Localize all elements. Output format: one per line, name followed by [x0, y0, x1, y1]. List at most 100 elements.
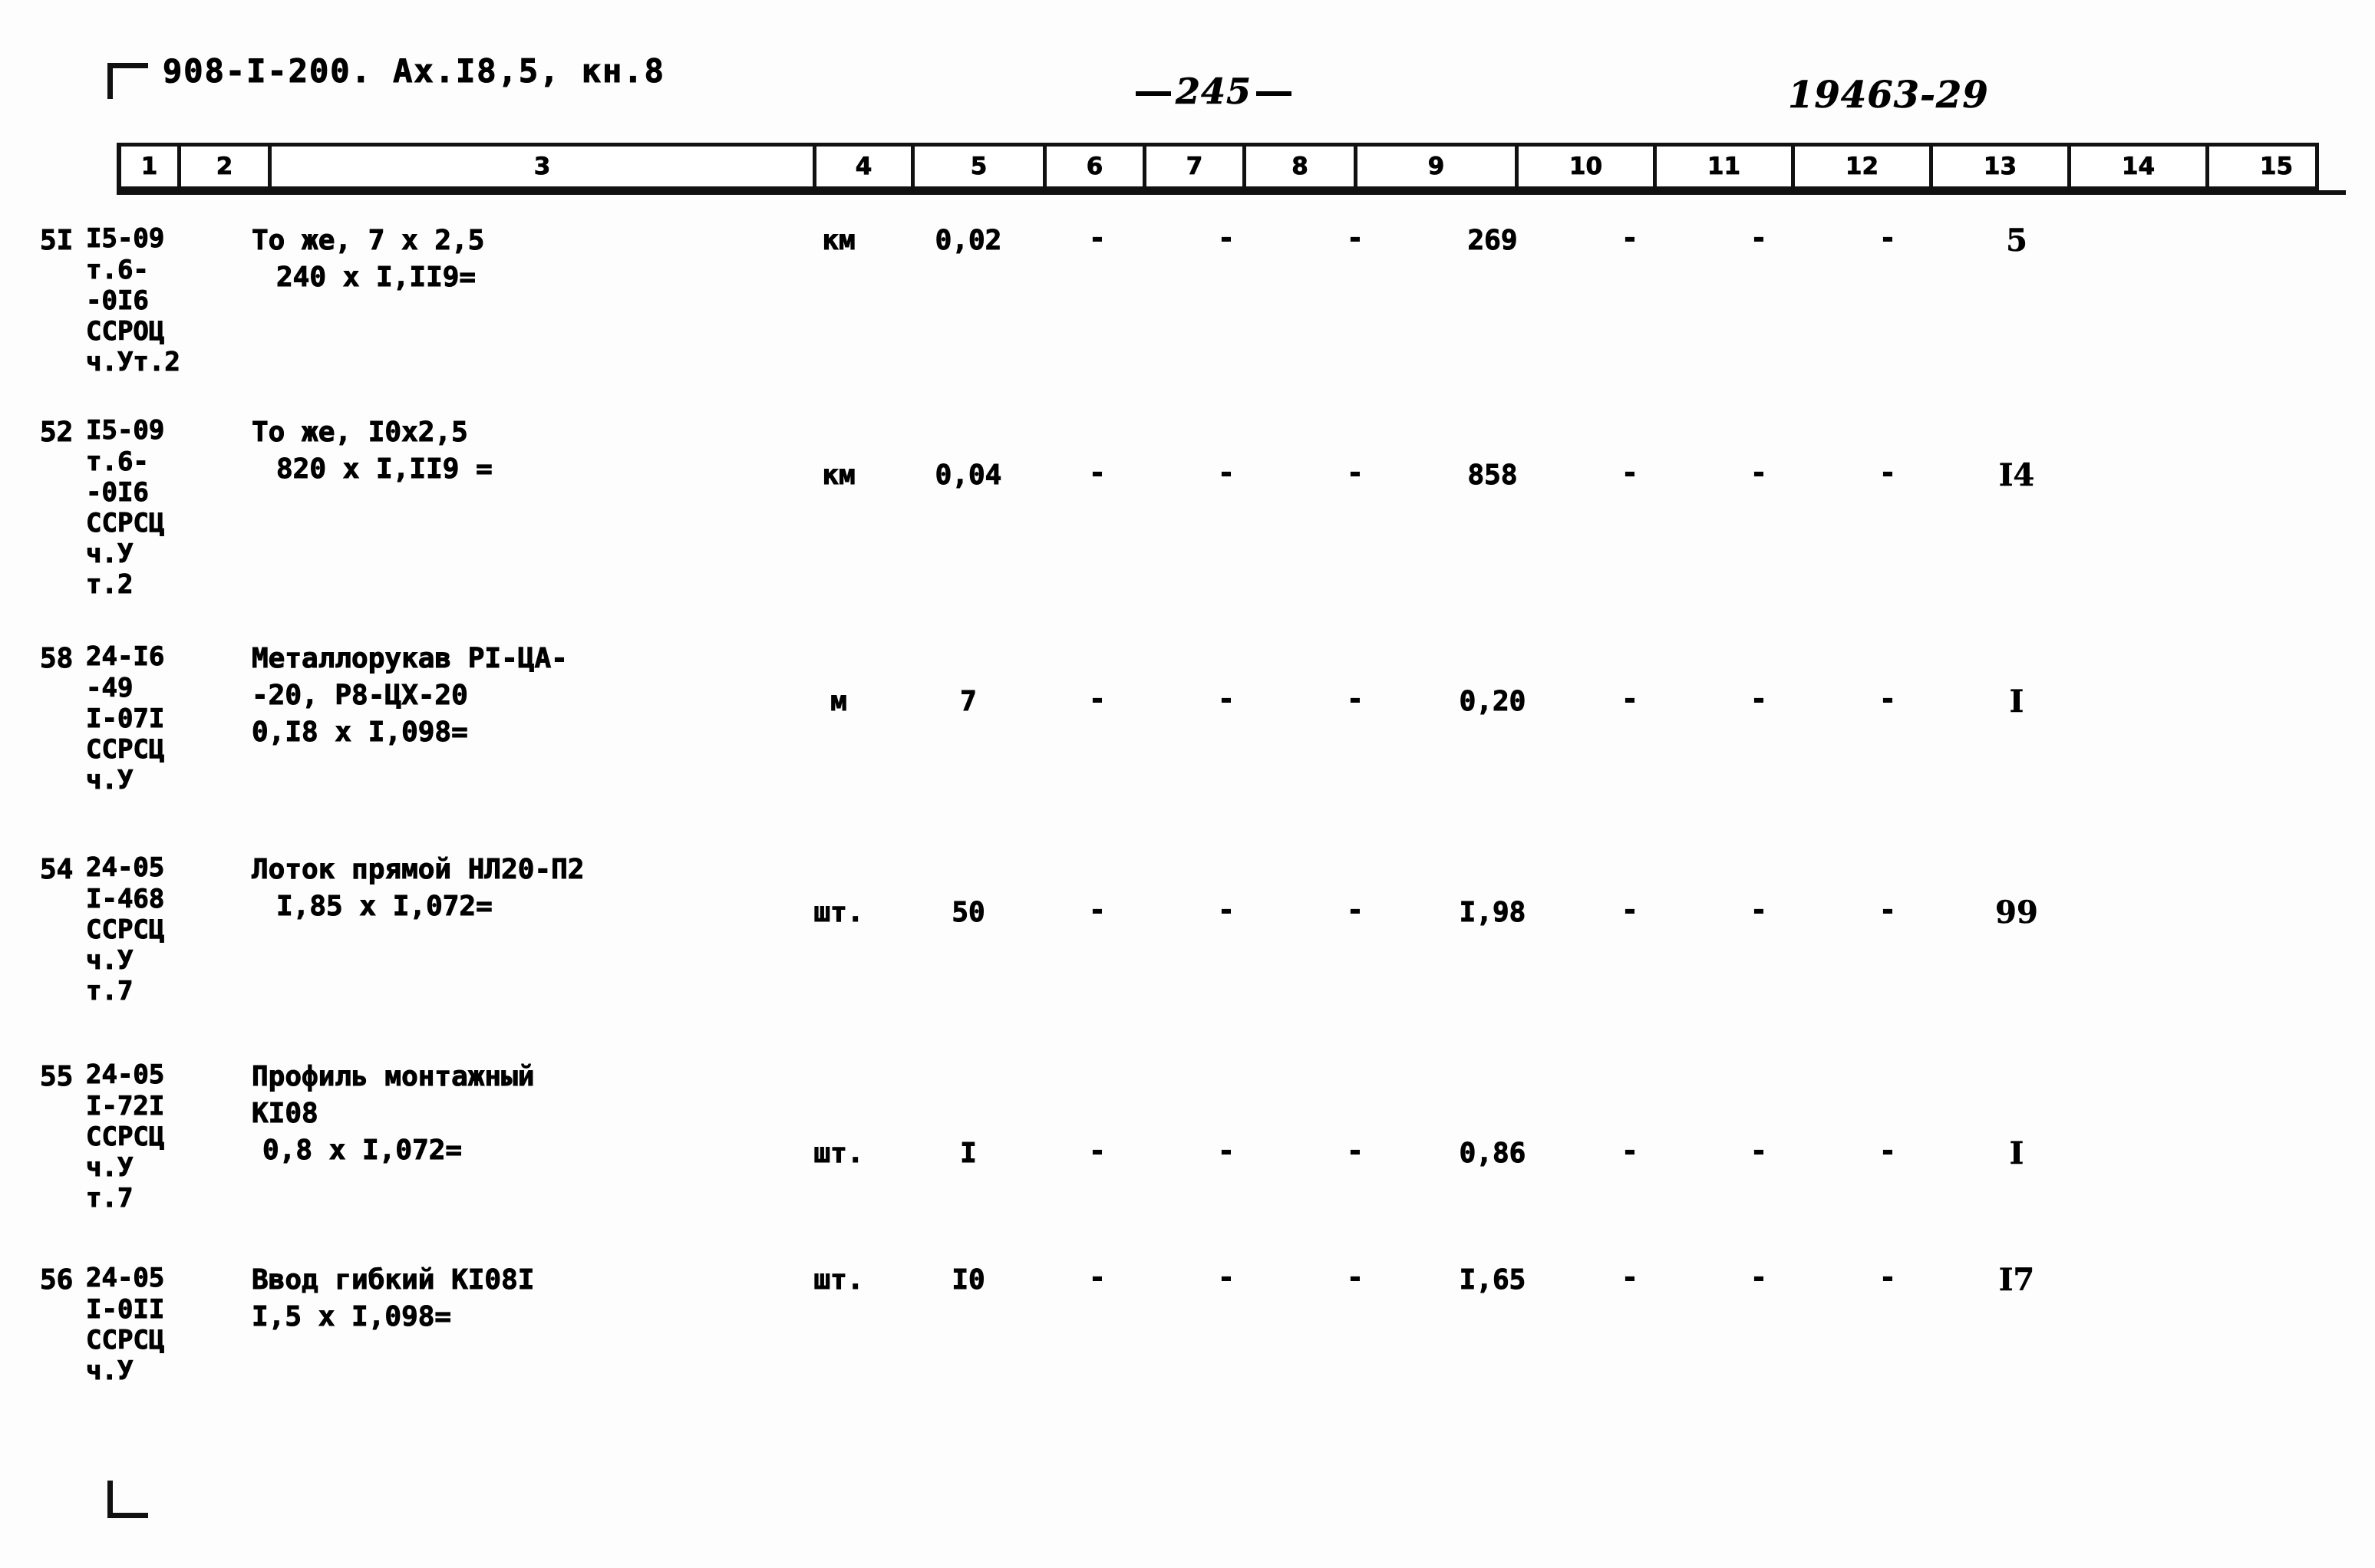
value-cell-11: -	[1750, 894, 1768, 927]
code-line: ССРСЦ	[86, 1325, 165, 1356]
value-cell-7: -	[1218, 1262, 1235, 1294]
row-number: 54	[40, 854, 74, 886]
code-line: ч.Ут.2	[86, 347, 181, 378]
value-cell-14	[2081, 457, 2210, 494]
description-line: То же, 7 х 2,5	[252, 225, 485, 257]
row-number: 55	[40, 1061, 74, 1093]
code-line: I-72I	[86, 1091, 165, 1122]
value-cell-15	[2210, 684, 2339, 720]
value-cell-13: I	[2009, 684, 2024, 720]
value-cell-5: 50	[952, 897, 985, 929]
value-cell-8: -	[1347, 1262, 1364, 1294]
row-description: Ввод гибкий КI08I I,5 х I,098=	[236, 1262, 774, 1336]
value-cell-9: 269	[1467, 225, 1518, 257]
value-cell-14	[2081, 894, 2210, 931]
corner-bracket-top-left-icon	[107, 63, 148, 99]
code-line: ССРСЦ	[86, 734, 165, 766]
value-cell-13: I4	[1998, 457, 2035, 494]
value-cell-11: -	[1750, 1135, 1768, 1168]
code-line: ч.У	[86, 539, 134, 570]
column-header-9: 9	[1357, 147, 1519, 186]
value-cell-5: 0,04	[935, 460, 1002, 492]
value-cell-12: -	[1879, 222, 1897, 255]
value-cell-14	[2081, 1262, 2210, 1299]
value-cell-8: -	[1347, 1135, 1364, 1168]
page-number-dash-left	[1136, 91, 1171, 96]
column-header-11: 11	[1657, 147, 1795, 186]
row-code-block: 24-05 I-468 ССРСЦ ч.У т.7	[86, 852, 236, 1007]
table-row: 52 I5-09 т.6- -0I6 ССРСЦ ч.У т.2 То же, I0х2,5 8…	[0, 414, 2375, 601]
table-row: 5I I5-09 т.6- -0I6 ССРОЦ ч.Ут.2 То же, 7 х 2,5…	[0, 222, 2375, 378]
description-line: 0,8 х I,072=	[262, 1135, 463, 1167]
column-header-2: 2	[181, 147, 272, 186]
value-cell-6: -	[1089, 894, 1107, 927]
value-cell-6: -	[1089, 684, 1107, 716]
row-code-block: 24-I6 -49 I-07I ССРСЦ ч.У	[86, 641, 236, 796]
description-line: Металлорукав РI-ЦА-	[252, 643, 569, 675]
page-number: 245	[1136, 71, 1292, 112]
column-header-5: 5	[915, 147, 1047, 186]
value-cell-12: -	[1879, 457, 1897, 489]
row-description: То же, I0х2,5 820 х I,II9 =	[236, 414, 774, 488]
value-cell-13: 5	[2006, 222, 2027, 259]
value-cell-15	[2210, 457, 2339, 494]
column-header-1: 1	[121, 147, 181, 186]
row-number: 56	[40, 1264, 74, 1296]
value-cell-12: -	[1879, 1262, 1897, 1294]
document-code: 908-I-200. Ах.I8,5, кн.8	[162, 51, 665, 90]
column-header-10: 10	[1519, 147, 1657, 186]
description-line: Ввод гибкий КI08I	[252, 1264, 535, 1296]
code-line: -0I6	[86, 285, 150, 317]
value-cell-15	[2210, 222, 2339, 259]
code-line: ч.У	[86, 1152, 134, 1184]
value-cell-5: I0	[952, 1264, 985, 1296]
value-cell-6: -	[1089, 1135, 1107, 1168]
column-header-4: 4	[816, 147, 915, 186]
header-bottom-rule	[117, 190, 2346, 195]
code-line: ССРСЦ	[86, 1122, 165, 1153]
value-cell-8: -	[1347, 684, 1364, 716]
table-row: 56 24-05 I-0II ССРСЦ ч.У Ввод гибкий КI08I I,5…	[0, 1262, 2375, 1387]
value-cell-5: 7	[960, 686, 978, 718]
description-line: -20, Р8-ЦХ-20	[252, 680, 469, 712]
value-cell-12: -	[1879, 894, 1897, 927]
code-line: I-07I	[86, 703, 165, 735]
code-line: ССРОЦ	[86, 316, 165, 348]
value-cell-8: -	[1347, 457, 1364, 489]
value-cell-9: 0,86	[1459, 1138, 1526, 1170]
description-line: То же, I0х2,5	[252, 417, 469, 449]
value-cell-10: -	[1621, 457, 1639, 489]
value-cell-10: -	[1621, 222, 1639, 255]
table-row: 55 24-05 I-72I ССРСЦ ч.У т.7 Профиль монтажный…	[0, 1059, 2375, 1214]
unit-cell: м	[830, 686, 848, 718]
column-header-15: 15	[2259, 153, 2294, 181]
code-line: ч.У	[86, 1356, 134, 1387]
column-header-7: 7	[1146, 147, 1246, 186]
value-cell-9: I,65	[1459, 1264, 1526, 1296]
description-line: Профиль монтажный	[252, 1061, 535, 1093]
corner-bracket-bottom-left-icon	[107, 1481, 148, 1518]
code-line: 24-05	[86, 1263, 165, 1294]
value-cell-11: -	[1750, 457, 1768, 489]
code-line: ССРСЦ	[86, 508, 165, 539]
page-number-dash-right	[1256, 91, 1292, 96]
value-cell-11: -	[1750, 1262, 1768, 1294]
value-cell-12: -	[1879, 684, 1897, 716]
description-line: Лоток прямой НЛ20-П2	[252, 854, 585, 886]
code-line: 24-05	[86, 1059, 165, 1091]
row-description: Профиль монтажный КI08 0,8 х I,072=	[236, 1059, 774, 1169]
value-cell-11: -	[1750, 222, 1768, 255]
table-row: 54 24-05 I-468 ССРСЦ ч.У т.7 Лоток прямой НЛ20…	[0, 852, 2375, 1007]
column-header-14: 14	[2071, 147, 2209, 186]
value-cell-14	[2081, 684, 2210, 720]
row-description: Лоток прямой НЛ20-П2 I,85 х I,072=	[236, 852, 774, 925]
value-cell-7: -	[1218, 457, 1235, 489]
value-cell-5: 0,02	[935, 225, 1002, 257]
description-line: 0,I8 х I,098=	[252, 716, 469, 749]
value-cell-5: I	[960, 1138, 978, 1170]
value-cell-10: -	[1621, 684, 1639, 716]
value-cell-8: -	[1347, 222, 1364, 255]
description-line: 820 х I,II9 =	[276, 453, 493, 486]
code-line: I-0II	[86, 1294, 165, 1326]
column-header-12: 12	[1795, 147, 1933, 186]
